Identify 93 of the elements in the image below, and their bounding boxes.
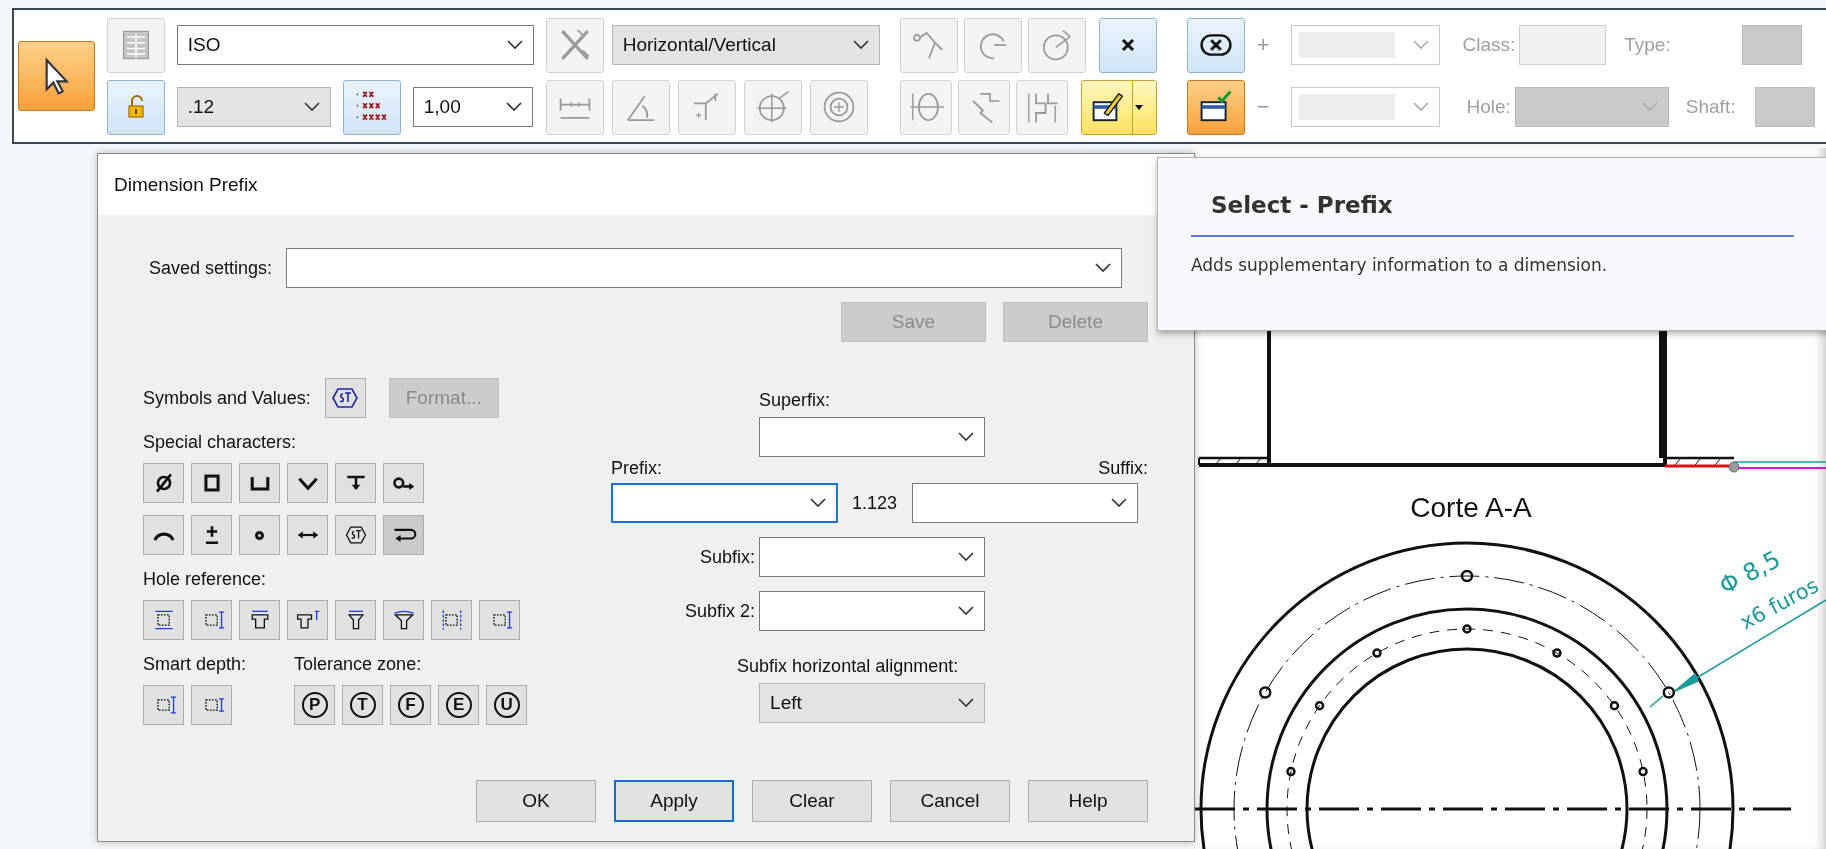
tooltip-title: Select - Prefix bbox=[1211, 192, 1393, 218]
chevron-down-icon bbox=[810, 498, 827, 508]
hole-reference-button[interactable] bbox=[239, 600, 280, 640]
chevron-down-icon bbox=[958, 432, 975, 442]
precision-dropdown[interactable]: .12 bbox=[176, 87, 331, 127]
type-field[interactable] bbox=[1742, 25, 1803, 65]
dialog-button[interactable]: OK bbox=[476, 780, 596, 822]
chevron-down-icon bbox=[958, 552, 975, 562]
prefix-button[interactable] bbox=[1080, 79, 1157, 135]
tolerance-zone-button[interactable]: U bbox=[486, 685, 528, 725]
hole-reference-button[interactable] bbox=[383, 600, 424, 640]
chevron-down-icon bbox=[303, 102, 320, 112]
special-character-button[interactable] bbox=[335, 515, 376, 555]
smart-depth-button[interactable] bbox=[191, 685, 232, 725]
special-character-button[interactable] bbox=[239, 515, 280, 555]
class-label: Class: bbox=[1462, 34, 1516, 56]
shaft-label: Shaft: bbox=[1685, 96, 1737, 118]
chevron-down-icon bbox=[852, 40, 869, 50]
shaft-field[interactable] bbox=[1754, 87, 1815, 127]
symbols-button[interactable] bbox=[324, 378, 366, 418]
superfix-label: Superfix: bbox=[759, 390, 831, 410]
hole-reference-button[interactable] bbox=[287, 600, 328, 640]
suffix-label: Suffix: bbox=[1098, 458, 1148, 480]
subfix-label: Subfix: bbox=[699, 546, 756, 568]
type-label: Type: bbox=[1624, 34, 1672, 56]
special-character-button[interactable] bbox=[287, 463, 328, 503]
special-characters-label: Special characters: bbox=[143, 432, 298, 453]
chevron-down-icon bbox=[505, 102, 522, 112]
chevron-down-icon bbox=[1641, 102, 1658, 112]
select-button[interactable] bbox=[18, 41, 95, 111]
hole-reference-label: Hole reference: bbox=[143, 569, 268, 590]
dialog-button[interactable]: Apply bbox=[614, 780, 734, 822]
saved-settings-label: Saved settings: bbox=[149, 257, 273, 279]
special-character-button[interactable] bbox=[335, 463, 376, 503]
tolerance-zone-button[interactable]: T bbox=[342, 685, 384, 725]
degree-icon bbox=[255, 530, 264, 540]
scale-dropdown[interactable]: 1,00 bbox=[412, 87, 533, 127]
hole-reference-button[interactable] bbox=[335, 600, 376, 640]
special-character-button[interactable] bbox=[143, 515, 184, 555]
special-character-button[interactable] bbox=[287, 515, 328, 555]
hole-reference-button[interactable] bbox=[143, 600, 184, 640]
special-character-button[interactable] bbox=[383, 463, 424, 503]
dialog-button[interactable]: Help bbox=[1028, 780, 1148, 822]
view-title: Corte A-A bbox=[1410, 492, 1532, 523]
tolerance-zone-label: Tolerance zone: bbox=[294, 654, 423, 675]
special-character-button[interactable] bbox=[191, 463, 232, 503]
subfix-2-label: Subfix 2: bbox=[684, 600, 756, 622]
orientation-dropdown[interactable]: Horizontal/Vertical bbox=[611, 25, 880, 65]
precision-button[interactable] bbox=[342, 79, 401, 135]
special-character-button[interactable] bbox=[383, 515, 424, 555]
tolerance-zone-button[interactable]: F bbox=[390, 685, 432, 725]
subfix-dropdown[interactable] bbox=[759, 537, 986, 577]
smart-depth-label: Smart depth: bbox=[143, 654, 247, 675]
caret-icon bbox=[1134, 104, 1143, 110]
circle-center-icon bbox=[754, 89, 791, 125]
subfix-2-dropdown[interactable] bbox=[759, 591, 986, 631]
tolerance-zone-button[interactable]: P bbox=[294, 685, 336, 725]
hole-reference-button[interactable] bbox=[191, 600, 232, 640]
hole-label: Hole: bbox=[1466, 96, 1511, 118]
remove-button[interactable] bbox=[1098, 17, 1157, 73]
lock-button[interactable] bbox=[106, 79, 165, 135]
sample-value: 1.123 bbox=[852, 492, 898, 514]
saved-settings-dropdown[interactable] bbox=[286, 248, 1123, 288]
special-character-button[interactable] bbox=[191, 515, 232, 555]
alignment-dropdown[interactable]: Left bbox=[759, 683, 986, 723]
prefix-dropdown[interactable] bbox=[611, 483, 839, 523]
tooltip-text: Adds supplementary information to a dimension. bbox=[1191, 255, 1608, 275]
symbols-label: Symbols and Values: bbox=[143, 387, 311, 409]
hole-reference-button[interactable] bbox=[479, 600, 520, 640]
remove-all-button[interactable] bbox=[1186, 17, 1245, 73]
chevron-down-icon bbox=[958, 606, 975, 616]
plus-sign: + bbox=[1256, 32, 1270, 58]
chevron-down-icon bbox=[1413, 40, 1430, 50]
smart-depth-button[interactable] bbox=[143, 685, 184, 725]
minus-sign: − bbox=[1256, 94, 1270, 120]
special-character-button[interactable] bbox=[239, 463, 280, 503]
chevron-down-icon bbox=[1095, 263, 1112, 273]
dialog-title: Dimension Prefix bbox=[114, 173, 258, 196]
dialog-button[interactable]: Cancel bbox=[890, 780, 1010, 822]
chevron-down-icon bbox=[1413, 102, 1430, 112]
chevron-down-icon bbox=[1111, 498, 1128, 508]
dialog-button[interactable]: Clear bbox=[752, 780, 872, 822]
tolerance-zone-button[interactable]: E bbox=[438, 685, 480, 725]
chevron-down-icon bbox=[506, 40, 523, 50]
chevron-down-icon bbox=[958, 698, 975, 708]
prefix-label: Prefix: bbox=[611, 458, 663, 480]
alignment-label: Subfix horizontal alignment: bbox=[737, 656, 959, 676]
prefix-check-button[interactable] bbox=[1186, 79, 1245, 135]
standard-dropdown[interactable]: ISO bbox=[176, 25, 534, 65]
hole-reference-button[interactable] bbox=[431, 600, 472, 640]
suffix-dropdown[interactable] bbox=[912, 483, 1139, 523]
special-character-button[interactable] bbox=[143, 463, 184, 503]
superfix-dropdown[interactable] bbox=[759, 417, 986, 457]
